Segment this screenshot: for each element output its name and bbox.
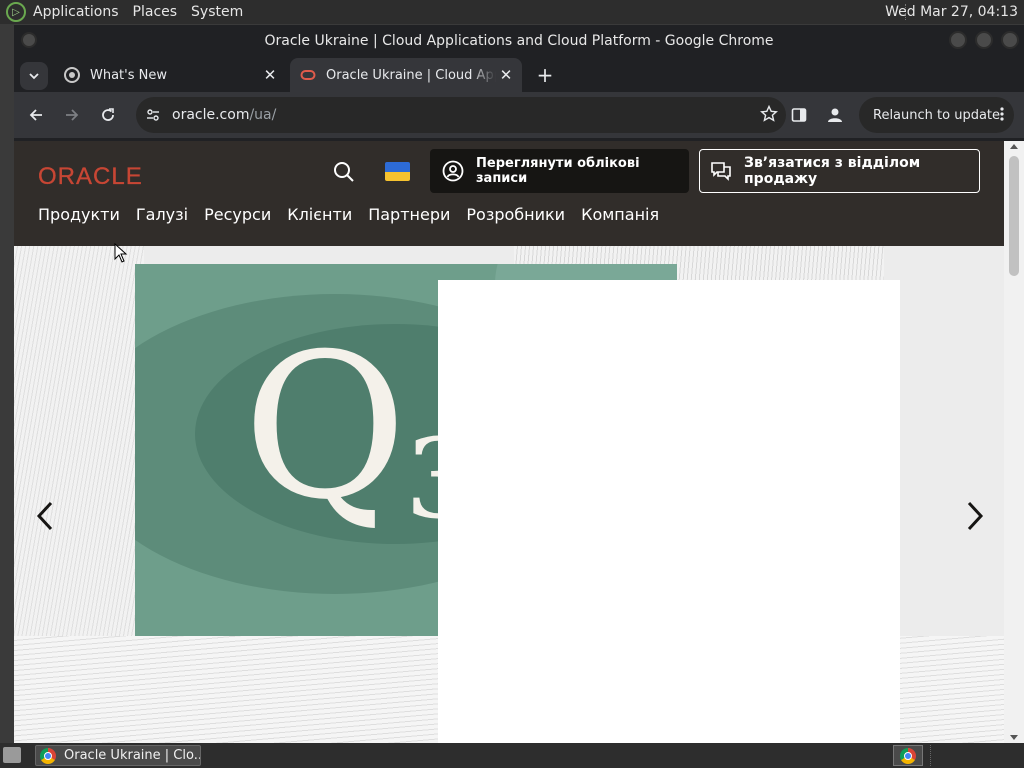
taskbar-item-label: Oracle Ukraine | Clo...: [64, 748, 200, 763]
desktop-taskbar: Oracle Ukraine | Clo...: [0, 743, 1024, 768]
page-viewport: ORACLE Переглянути облікові записи Зв’яз…: [14, 141, 1004, 743]
page-scrollbar[interactable]: [1004, 141, 1024, 743]
tab-strip: What's New ✕ Oracle Ukraine | Cloud Appl…: [14, 56, 1024, 92]
reload-icon: [102, 108, 114, 121]
nav-industries[interactable]: Галузі: [136, 205, 188, 224]
tab-search-button[interactable]: [20, 62, 48, 90]
profile-button[interactable]: [821, 101, 849, 129]
nav-developers[interactable]: Розробники: [466, 205, 565, 224]
mouse-cursor-icon: [114, 243, 128, 263]
nav-resources[interactable]: Ресурси: [204, 205, 271, 224]
tab-oracle[interactable]: Oracle Ukraine | Cloud Applications and …: [290, 58, 522, 92]
relaunch-label: Relaunch to update: [873, 107, 1001, 123]
chat-icon: [710, 160, 732, 182]
address-bar[interactable]: oracle.com/ua/: [136, 97, 786, 133]
reload-button[interactable]: [94, 101, 122, 129]
chevron-left-icon: [36, 501, 53, 531]
new-tab-button[interactable]: +: [534, 63, 556, 87]
profile-icon: [828, 108, 842, 122]
tab-label: What's New: [90, 67, 167, 83]
chevron-right-icon: [967, 501, 984, 531]
taskbar-item-chrome[interactable]: Oracle Ukraine | Clo...: [35, 745, 201, 766]
hero-q-letter: Q: [243, 311, 407, 544]
hero-content-panel: [438, 280, 900, 743]
site-header: ORACLE Переглянути облікові записи Зв’яз…: [14, 141, 1004, 246]
scrollbar-thumb[interactable]: [1009, 156, 1019, 276]
browser-window: Oracle Ukraine | Cloud Applications and …: [14, 25, 1024, 743]
chrome-icon: [40, 747, 56, 764]
desktop-top-panel: ▷ Applications Places System Wed Mar 27,…: [0, 0, 1024, 24]
oracle-logo[interactable]: ORACLE: [38, 163, 143, 191]
desktop-menu: Applications Places System: [26, 0, 250, 24]
scroll-down-icon[interactable]: [1010, 735, 1018, 740]
menu-places[interactable]: Places: [126, 0, 185, 24]
scroll-up-icon[interactable]: [1010, 144, 1018, 149]
arrow-right-icon: [66, 109, 79, 121]
chrome-icon: [64, 67, 80, 83]
side-panel-icon: [791, 108, 807, 122]
window-titlebar[interactable]: Oracle Ukraine | Cloud Applications and …: [14, 25, 1024, 56]
relaunch-update-button[interactable]: Relaunch to update: [859, 97, 1014, 133]
window-menu-button[interactable]: [21, 32, 37, 48]
window-controls: [949, 31, 1019, 49]
contact-sales-label: Зв’язатися з відділом продажу: [744, 155, 921, 187]
tab-label: Oracle Ukraine | Cloud Applications and …: [326, 67, 496, 83]
window-title: Oracle Ukraine | Cloud Applications and …: [264, 32, 774, 49]
view-accounts-button[interactable]: Переглянути облікові записи: [430, 149, 689, 193]
chevron-down-icon: [29, 73, 39, 80]
url-path: /ua/: [249, 107, 277, 123]
side-panel-button[interactable]: [785, 101, 813, 129]
view-accounts-label: Переглянути облікові записи: [476, 156, 640, 186]
back-button[interactable]: [22, 101, 50, 129]
search-icon[interactable]: [332, 160, 356, 184]
url-host: oracle.com: [172, 107, 250, 123]
menu-applications[interactable]: Applications: [26, 0, 126, 24]
site-nav: Продукти Галузі Ресурси Клієнти Партнери…: [38, 205, 659, 224]
show-desktop-icon[interactable]: [3, 747, 21, 763]
nav-company[interactable]: Компанія: [581, 205, 659, 224]
more-vert-icon: [1000, 107, 1004, 121]
minimize-button[interactable]: [949, 31, 967, 49]
ukraine-flag-icon[interactable]: [385, 162, 410, 181]
url-text: oracle.com/ua/: [172, 107, 276, 123]
distro-logo-icon[interactable]: ▷: [6, 2, 26, 22]
nav-customers[interactable]: Клієнти: [287, 205, 352, 224]
nav-partners[interactable]: Партнери: [368, 205, 450, 224]
site-settings-icon[interactable]: [146, 108, 162, 122]
tray-area: [930, 745, 1020, 766]
browser-toolbar: oracle.com/ua/ Relaunch to update: [14, 92, 1024, 138]
carousel-prev-button[interactable]: [30, 496, 60, 536]
contact-sales-button[interactable]: Зв’язатися з відділом продажу: [699, 149, 980, 193]
menu-system[interactable]: System: [184, 0, 250, 24]
close-tab-icon[interactable]: ✕: [496, 65, 516, 85]
clock[interactable]: Wed Mar 27, 04:13: [885, 0, 1018, 24]
tray-chrome-icon[interactable]: [893, 745, 923, 766]
tab-whats-new[interactable]: What's New ✕: [54, 58, 286, 92]
forward-button[interactable]: [58, 101, 86, 129]
nav-products[interactable]: Продукти: [38, 205, 120, 224]
bookmark-star-icon[interactable]: [760, 104, 778, 127]
close-window-button[interactable]: [1001, 31, 1019, 49]
hero-carousel: Q 3: [14, 246, 1004, 743]
chrome-icon: [900, 747, 916, 764]
arrow-left-icon: [29, 109, 42, 121]
account-icon: [442, 160, 464, 182]
carousel-next-button[interactable]: [960, 496, 990, 536]
oracle-favicon-icon: [300, 67, 316, 83]
close-tab-icon[interactable]: ✕: [260, 65, 280, 85]
maximize-button[interactable]: [975, 31, 993, 49]
